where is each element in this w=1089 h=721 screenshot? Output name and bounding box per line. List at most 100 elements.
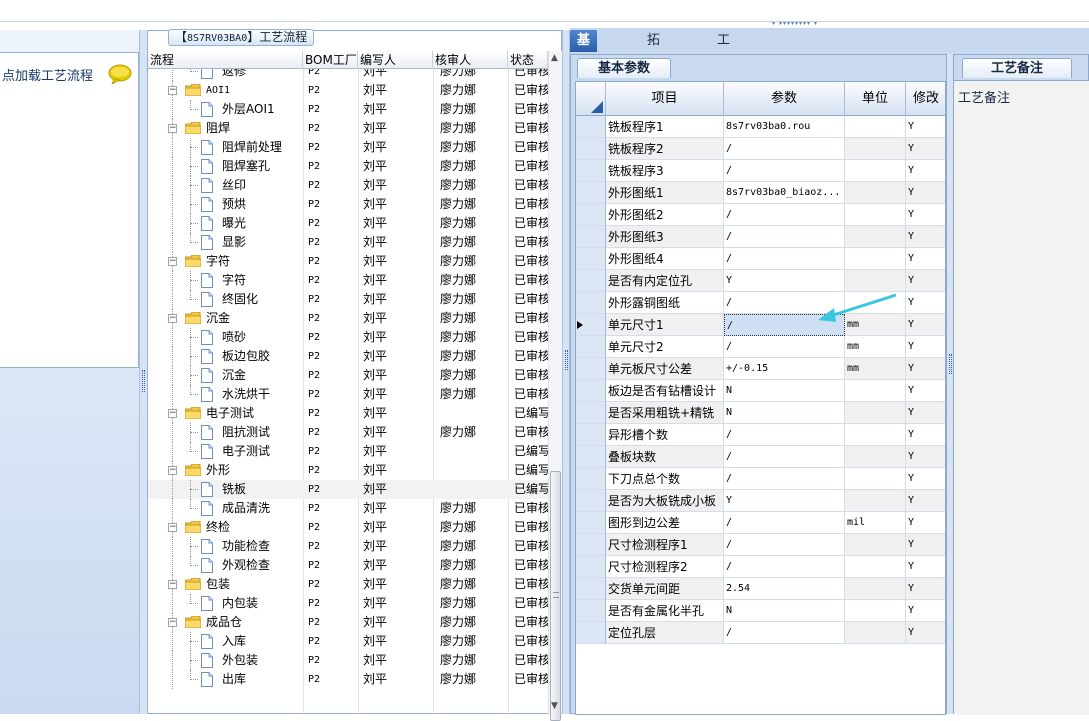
flow-row[interactable]: 功能检查 P2 刘平 廖力娜 已审核 xyxy=(148,537,548,556)
row-indicator[interactable] xyxy=(576,204,606,226)
flow-row[interactable]: − 成品仓 P2 刘平 廖力娜 已审核 xyxy=(148,613,548,632)
param-row[interactable]: 是否为大板铣成小板 Y Y xyxy=(576,490,945,512)
flow-row[interactable]: − 终检 P2 刘平 廖力娜 已审核 xyxy=(148,518,548,537)
param-row[interactable]: 铣板程序3/ Y xyxy=(576,160,945,182)
flow-row[interactable]: − 阻焊 P2 刘平 廖力娜 已审核 xyxy=(148,119,548,138)
flow-row[interactable]: 阻抗测试 P2 刘平 廖力娜 已审核 xyxy=(148,423,548,442)
flow-row[interactable]: 阻焊塞孔 P2 刘平 廖力娜 已审核 xyxy=(148,157,548,176)
param-param-cell[interactable]: 2.54 xyxy=(724,578,845,600)
param-row[interactable]: 板边是否有钻槽设计 N Y xyxy=(576,380,945,402)
row-indicator[interactable] xyxy=(576,534,606,556)
flow-row[interactable]: 沉金 P2 刘平 廖力娜 已审核 xyxy=(148,366,548,385)
tab-work-hours[interactable]: 工时 xyxy=(710,30,737,70)
row-indicator[interactable] xyxy=(576,380,606,402)
col-writer[interactable]: 编写人 xyxy=(358,51,433,69)
flow-row[interactable]: 终固化 P2 刘平 廖力娜 已审核 xyxy=(148,290,548,309)
row-indicator[interactable] xyxy=(576,402,606,424)
param-row[interactable]: 定位孔层 / Y xyxy=(576,622,945,644)
flow-row[interactable]: − 电子测试 P2 刘平 已编写 xyxy=(148,404,548,423)
param-param-cell[interactable]: 8s7rv03ba0.rou xyxy=(724,116,845,138)
col-reviewer[interactable]: 核审人 xyxy=(433,51,508,69)
flow-row[interactable]: 入库 P2 刘平 廖力娜 已审核 xyxy=(148,632,548,651)
row-indicator[interactable] xyxy=(576,248,606,270)
row-indicator[interactable] xyxy=(576,116,606,138)
param-row[interactable]: 是否有金属化半孔 N Y xyxy=(576,600,945,622)
param-param-cell[interactable]: / xyxy=(724,138,845,160)
col-bom[interactable]: BOM工厂 xyxy=(303,51,358,69)
load-flow-box[interactable]: 点加载工艺流程 xyxy=(0,52,139,368)
col-modify[interactable]: 修改 xyxy=(906,82,945,116)
row-indicator[interactable] xyxy=(576,622,606,644)
param-param-cell[interactable]: N xyxy=(724,380,845,402)
param-param-cell[interactable]: / xyxy=(724,534,845,556)
row-indicator[interactable] xyxy=(576,270,606,292)
param-param-cell[interactable]: / xyxy=(724,204,845,226)
row-indicator[interactable] xyxy=(576,160,606,182)
left-splitter[interactable] xyxy=(139,30,147,714)
flow-row[interactable]: 内包装 P2 刘平 廖力娜 已审核 xyxy=(148,594,548,613)
param-param-cell[interactable]: Y xyxy=(724,270,845,292)
process-note-tab[interactable]: 工艺备注 xyxy=(962,58,1072,78)
flow-row[interactable]: 铣板 P2 刘平 已编写 xyxy=(148,480,548,499)
row-indicator[interactable] xyxy=(576,512,606,534)
tree-toggle[interactable]: − xyxy=(168,124,177,133)
param-param-cell[interactable]: / xyxy=(724,556,845,578)
param-row[interactable]: 尺寸检测程序2/ Y xyxy=(576,556,945,578)
param-row[interactable]: 外形露铜图纸 / Y xyxy=(576,292,945,314)
row-indicator[interactable] xyxy=(576,314,606,336)
row-indicator[interactable] xyxy=(576,358,606,380)
row-indicator[interactable] xyxy=(576,336,606,358)
param-row[interactable]: 铣板程序2/ Y xyxy=(576,138,945,160)
param-param-cell[interactable]: / xyxy=(724,314,845,336)
tree-toggle[interactable]: − xyxy=(168,466,177,475)
flow-row[interactable]: 成品清洗 P2 刘平 廖力娜 已审核 xyxy=(148,499,548,518)
row-indicator[interactable] xyxy=(576,226,606,248)
param-param-cell[interactable]: / xyxy=(724,424,845,446)
tab-basic-info[interactable]: 基本信息 xyxy=(570,30,598,114)
flow-row[interactable]: 板边包胶 P2 刘平 廖力娜 已审核 xyxy=(148,347,548,366)
param-row[interactable]: 下刀点总个数 / Y xyxy=(576,468,945,490)
flow-row[interactable]: 返修 P2 刘平 廖力娜 已审核 xyxy=(148,69,548,81)
param-row[interactable]: 是否采用粗铣+精铣 N Y xyxy=(576,402,945,424)
flow-row[interactable]: 电子测试 P2 刘平 已编写 xyxy=(148,442,548,461)
flow-row[interactable]: − 沉金 P2 刘平 廖力娜 已审核 xyxy=(148,309,548,328)
param-param-cell[interactable]: / xyxy=(724,292,845,314)
row-indicator[interactable] xyxy=(576,600,606,622)
param-row[interactable]: 铣板程序1 8s7rv03ba0.rou Y xyxy=(576,116,945,138)
flow-row[interactable]: 丝印 P2 刘平 廖力娜 已审核 xyxy=(148,176,548,195)
param-row[interactable]: 是否有内定位孔 Y Y xyxy=(576,270,945,292)
row-indicator[interactable] xyxy=(576,468,606,490)
param-row[interactable]: 交货单元间距 2.54 Y xyxy=(576,578,945,600)
param-row[interactable]: 单元尺寸2/mm Y xyxy=(576,336,945,358)
param-param-cell[interactable]: / xyxy=(724,160,845,182)
row-indicator[interactable] xyxy=(576,578,606,600)
flow-row[interactable]: 外包装 P2 刘平 廖力娜 已审核 xyxy=(148,651,548,670)
row-indicator[interactable] xyxy=(576,292,606,314)
param-row[interactable]: 叠板块数 / Y xyxy=(576,446,945,468)
scroll-up-icon[interactable]: ▲ xyxy=(551,53,558,63)
tree-toggle[interactable]: − xyxy=(168,523,177,532)
flow-row[interactable]: − 外形 P2 刘平 已编写 xyxy=(148,461,548,480)
param-param-cell[interactable]: +/-0.15 xyxy=(724,358,845,380)
param-row[interactable]: 图形到边公差 / mil Y xyxy=(576,512,945,534)
top-splitter-grip[interactable]: ▾ ▾▾▾▾▾▾▾▾ ▾ xyxy=(760,21,830,27)
col-item[interactable]: 项目 xyxy=(606,82,724,116)
tree-toggle[interactable]: − xyxy=(168,618,177,627)
row-indicator[interactable] xyxy=(576,424,606,446)
flow-row[interactable]: − 字符 P2 刘平 廖力娜 已审核 xyxy=(148,252,548,271)
basic-params-tab[interactable]: 基本参数 xyxy=(577,58,671,78)
param-param-cell[interactable]: / xyxy=(724,446,845,468)
flow-row[interactable]: 外层AOI1 P2 刘平 廖力娜 已审核 xyxy=(148,100,548,119)
scroll-down-icon[interactable]: ▼ xyxy=(551,701,558,711)
param-param-cell[interactable]: 8s7rv03ba0_biaoz... xyxy=(724,182,845,204)
flow-row[interactable]: 曝光 P2 刘平 廖力娜 已审核 xyxy=(148,214,548,233)
param-row[interactable]: 外形图纸4/ Y xyxy=(576,248,945,270)
col-unit[interactable]: 单位 xyxy=(845,82,906,116)
param-param-cell[interactable]: / xyxy=(724,336,845,358)
tree-toggle[interactable]: − xyxy=(168,257,177,266)
flow-scrollbar[interactable]: ▲ ▼ xyxy=(548,51,562,721)
param-row[interactable]: 外形图纸3/ Y xyxy=(576,226,945,248)
tab-extended-info[interactable]: 拓展信息 xyxy=(640,30,667,114)
row-indicator[interactable] xyxy=(576,446,606,468)
param-row[interactable]: 异形槽个数 / Y xyxy=(576,424,945,446)
